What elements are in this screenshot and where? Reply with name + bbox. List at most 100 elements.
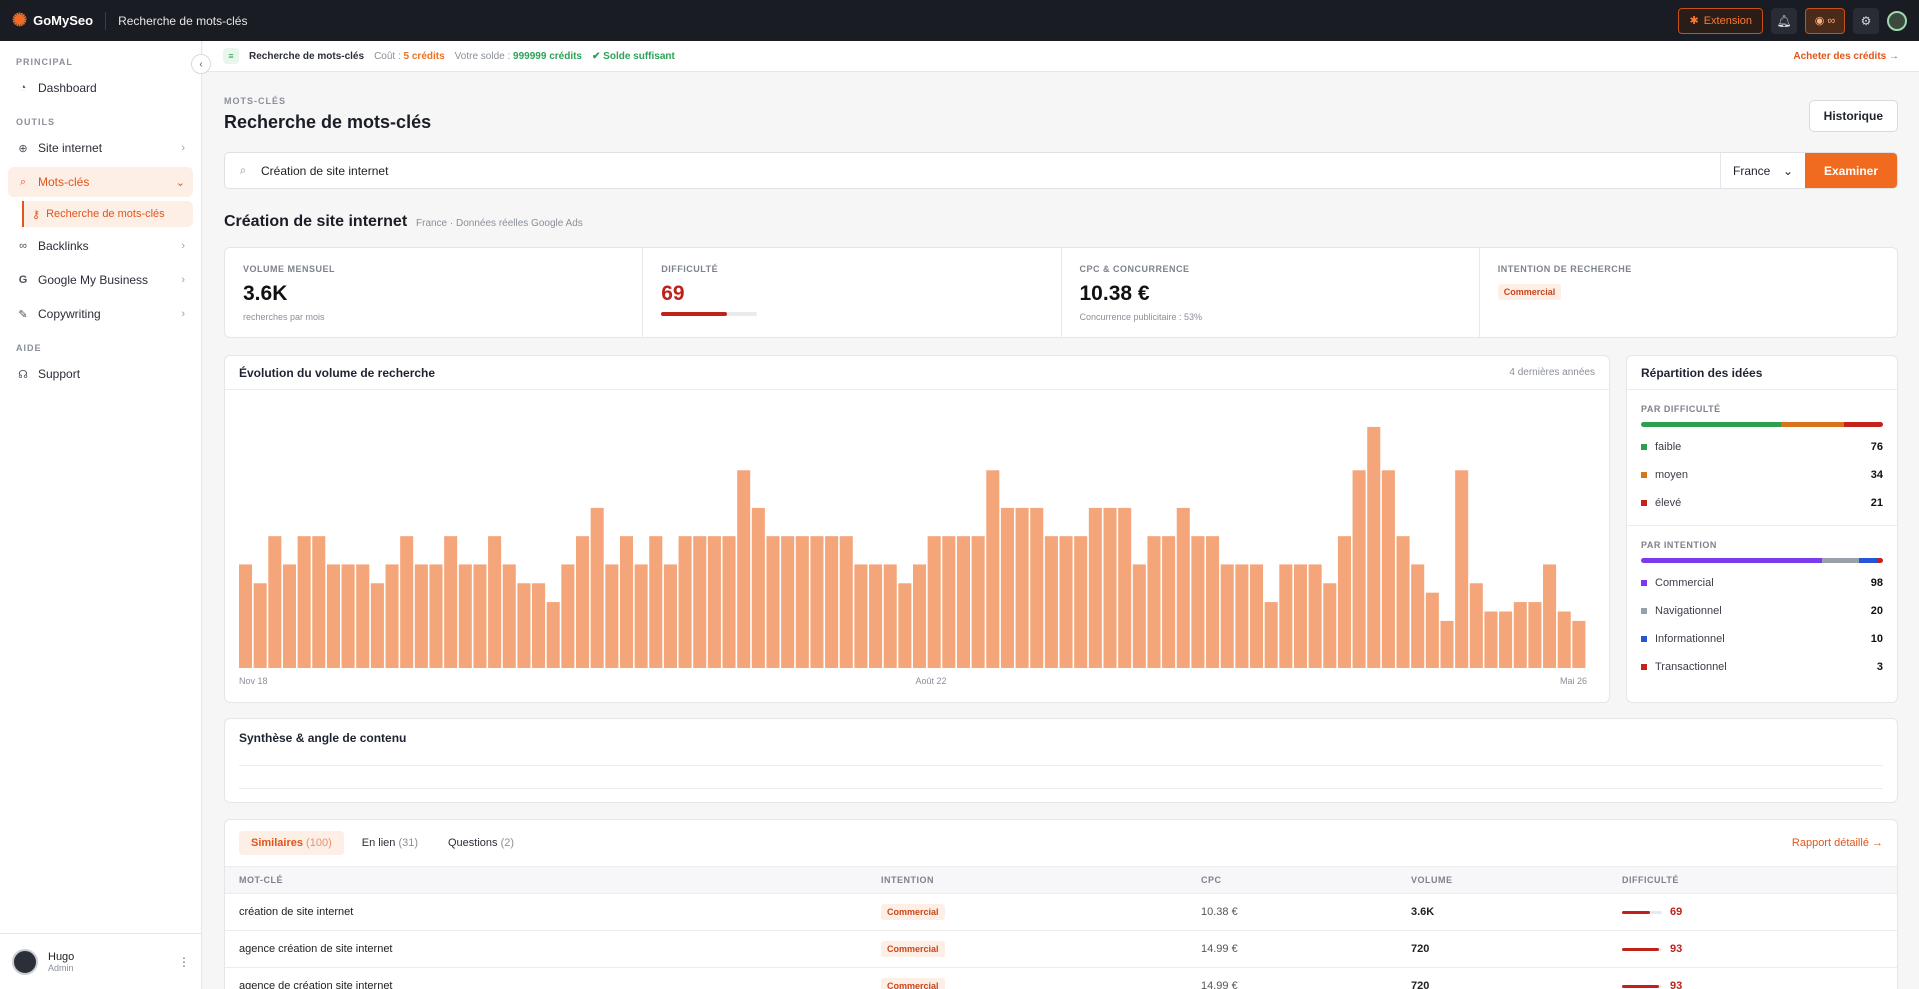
cell-keyword[interactable]: agence création de site internet	[225, 943, 881, 955]
chart-bar[interactable]	[1220, 564, 1234, 668]
chart-bar[interactable]	[1162, 536, 1176, 668]
table-row[interactable]: agence création de site internet Commerci…	[225, 931, 1897, 968]
chart-bar[interactable]	[561, 564, 575, 668]
sidebar-item-motscles[interactable]: ⌕ Mots-clés ⌄	[8, 167, 193, 197]
chart-bar[interactable]	[1235, 564, 1249, 668]
chart-bar[interactable]	[370, 583, 384, 668]
notifications-button[interactable]: 🔔︎	[1771, 7, 1797, 34]
examine-button[interactable]: Examiner	[1805, 153, 1897, 188]
col-header-keyword[interactable]: MOT-CLÉ	[225, 875, 881, 885]
chart-bar[interactable]	[1323, 583, 1337, 668]
chart-bar[interactable]	[1455, 470, 1469, 668]
chart-bar[interactable]	[619, 536, 634, 668]
col-header-intent[interactable]: INTENTION	[881, 875, 1201, 885]
chart-bar[interactable]	[605, 564, 619, 668]
sidebar-item-site[interactable]: ⊕ Site internet ›	[8, 133, 193, 163]
chart-bar[interactable]	[942, 536, 956, 668]
tab-en-lien[interactable]: En lien (31)	[350, 831, 430, 855]
more-icon[interactable]: ⋮	[178, 955, 190, 969]
settings-button[interactable]: ⚙	[1853, 7, 1879, 34]
chart-bar[interactable]	[458, 564, 472, 668]
chart-bar[interactable]	[927, 536, 941, 668]
chart-bar[interactable]	[737, 470, 751, 668]
chart-bar[interactable]	[326, 564, 340, 668]
cell-keyword[interactable]: création de site internet	[225, 906, 881, 918]
chart-bar[interactable]	[634, 564, 648, 668]
chart-bar[interactable]	[1132, 564, 1146, 668]
brand-logo[interactable]: ✺ GoMySeo	[12, 10, 93, 31]
chart-bar[interactable]	[1308, 564, 1322, 668]
chart-bar[interactable]	[663, 564, 677, 668]
sidebar-subitem-recherche[interactable]: ⚷ Recherche de mots-clés	[22, 201, 193, 227]
chart-bar[interactable]	[517, 583, 531, 668]
sidebar-item-gmb[interactable]: G Google My Business ›	[8, 265, 193, 295]
chart-bar[interactable]	[1484, 611, 1498, 669]
chart-bar[interactable]	[429, 564, 443, 668]
country-select[interactable]: France ⌄	[1720, 153, 1805, 188]
chart-bar[interactable]	[722, 536, 736, 668]
credits-button[interactable]: ◉ ∞	[1805, 7, 1845, 34]
chart-bar[interactable]	[414, 564, 428, 668]
chart-bar[interactable]	[678, 536, 692, 668]
chart-bar[interactable]	[1543, 564, 1557, 668]
chart-bar[interactable]	[488, 536, 502, 668]
detailed-report-link[interactable]: Rapport détaillé →	[1792, 837, 1883, 849]
col-header-volume[interactable]: VOLUME	[1411, 875, 1622, 885]
chart-bar[interactable]	[1147, 536, 1161, 668]
chart-bar[interactable]	[297, 536, 311, 668]
chart-bar[interactable]	[1279, 564, 1293, 668]
tab-questions[interactable]: Questions (2)	[436, 831, 526, 855]
extension-button[interactable]: ✱ Extension	[1678, 7, 1763, 34]
chart-bar[interactable]	[473, 564, 487, 668]
chart-bar[interactable]	[839, 536, 853, 668]
chart-bar[interactable]	[385, 564, 399, 668]
table-row[interactable]: agence de création site internet Commerci…	[225, 968, 1897, 989]
history-button[interactable]: Historique	[1808, 100, 1898, 132]
chart-bar[interactable]	[1337, 536, 1351, 668]
chart-bar[interactable]	[1367, 426, 1381, 668]
chart-bar[interactable]	[1572, 620, 1586, 668]
chart-bar[interactable]	[1440, 620, 1454, 668]
chart-bar[interactable]	[1000, 507, 1014, 668]
user-profile[interactable]: Hugo Admin ⋮	[0, 933, 202, 989]
chart-bar[interactable]	[971, 536, 985, 668]
chart-bar[interactable]	[751, 507, 765, 668]
chart-bar[interactable]	[766, 536, 780, 668]
chart-bar[interactable]	[1396, 536, 1410, 668]
chart-bar[interactable]	[1513, 602, 1527, 668]
chart-bar[interactable]	[444, 536, 458, 668]
chart-bar[interactable]	[1030, 507, 1044, 668]
chart-bar[interactable]	[825, 536, 839, 668]
chart-bar[interactable]	[1352, 470, 1366, 668]
chart-bar[interactable]	[1293, 564, 1308, 668]
chart-bar[interactable]	[854, 564, 868, 668]
chart-bar[interactable]	[986, 470, 1000, 668]
sidebar-collapse-button[interactable]: ‹	[191, 54, 211, 74]
chart-bar[interactable]	[546, 602, 560, 668]
chart-bar[interactable]	[781, 536, 795, 668]
chart-bar[interactable]	[1425, 592, 1439, 668]
chart-bar[interactable]	[1469, 583, 1483, 668]
chart-bar[interactable]	[590, 507, 604, 668]
chart-bar[interactable]	[341, 564, 355, 668]
chart-bar[interactable]	[1557, 611, 1571, 669]
chart-bar[interactable]	[1206, 536, 1220, 668]
chart-bar[interactable]	[1250, 564, 1264, 668]
chart-bar[interactable]	[1411, 564, 1425, 668]
chart-bar[interactable]	[1059, 536, 1073, 668]
search-input[interactable]	[261, 163, 1720, 178]
chart-bar[interactable]	[253, 583, 267, 668]
chart-bar[interactable]	[898, 583, 912, 668]
chart-bar[interactable]	[1264, 602, 1278, 668]
chart-bar[interactable]	[400, 536, 414, 668]
chart-bar[interactable]	[1015, 507, 1029, 668]
chart-bar[interactable]	[1118, 507, 1132, 668]
chart-bar[interactable]	[707, 536, 721, 668]
sidebar-item-dashboard[interactable]: ◔ Dashboard	[8, 73, 193, 103]
chart-bar[interactable]	[532, 583, 546, 668]
chart-bar[interactable]	[282, 564, 297, 668]
chart-bar[interactable]	[810, 536, 824, 668]
col-header-cpc[interactable]: CPC	[1201, 875, 1411, 885]
sidebar-item-copywriting[interactable]: ✎ Copywriting ›	[8, 299, 193, 329]
chart-bar[interactable]	[576, 536, 590, 668]
